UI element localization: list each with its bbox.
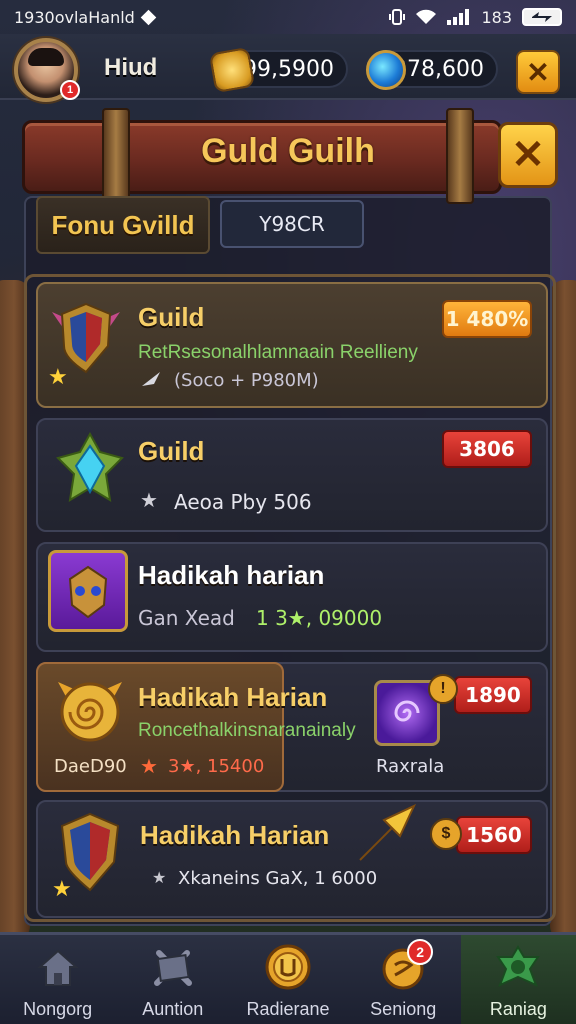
star-icon: ★ [140,756,158,778]
nav-label: Radierane [246,999,330,1019]
purple-helmet-emblem-icon [48,550,128,632]
guild-meta: (Soco + P980M) [174,370,319,391]
wifi-icon [415,9,437,25]
banner-close-button[interactable]: ✕ [498,122,558,188]
guild-name: Guild [138,436,205,466]
avatar-hair [28,48,64,66]
vibrate-icon [389,8,406,26]
status-clock: 1930ovlaHanld [14,7,135,27]
green-crest-icon [494,943,542,991]
avatar-notification-badge: 1 [60,80,80,100]
guild-rate-badge: 1890 [454,676,532,714]
notification-diamond-icon [140,9,157,25]
nav-notification-badge: 2 [407,939,434,965]
nav-item-guild[interactable]: Radierane [230,935,345,1024]
blue-crystal-emblem-icon [52,430,128,510]
guild-title-banner: Guld Guilh ✕ [0,108,576,204]
info-coin-icon[interactable]: ! [428,674,458,704]
guild-name: Guild [138,302,205,332]
guild-rate-badge: 1560 [456,816,532,854]
guild-name: Hadikah Harian [138,682,328,712]
coin-icon: $ [430,818,462,850]
nav-item-home[interactable]: Nongorg [0,935,115,1024]
nav-label: Auntion [142,999,204,1019]
tab-guild[interactable]: Fonu Gvilld [36,196,210,254]
nav-label: Nongorg [23,999,93,1019]
banner-title: Guld Guilh [201,132,375,170]
house-icon [34,943,82,991]
top-close-button[interactable]: ✕ [516,50,560,94]
guild-name: Hadikah harian [138,560,325,590]
nav-item-shop[interactable]: 2 Seniong [346,935,461,1024]
guild-meta: Xkaneins GaX, 1 6000 [178,868,378,889]
crossed-swords-icon [149,943,197,991]
close-icon: ✕ [526,56,550,88]
nav-item-auction[interactable]: Auntion [115,935,230,1024]
star-outline-icon: ★ [152,870,167,887]
bottom-navigation: Nongorg Auntion Radierane 2 Seniong Rani… [0,932,576,1024]
close-icon: ✕ [511,133,545,177]
golden-arrow-icon [354,800,420,871]
gold-pouch-icon: 2 [379,939,434,991]
guild-name: Hadikah Harian [140,820,330,850]
gold-coin-icon [208,46,256,94]
gem-icon [366,50,406,90]
status-bar: 1930ovlaHanld 183 [0,0,576,34]
guild-meta-value: 1 3★, 09000 [256,606,383,630]
gem-currency[interactable]: 378,600 [366,50,498,90]
battery-icon [522,8,562,26]
status-battery-text: 183 [481,7,512,27]
nav-label: Raniag [489,999,547,1019]
tab-search[interactable]: Y98CR [220,200,364,248]
banner-post-right [446,108,474,204]
guild-left-label: DaeD90 [54,756,127,777]
guild-description: RetRsesonalhlamnaain Reellieny [138,342,418,363]
gold-currency[interactable]: 99,5900 [208,46,348,94]
guild-meta-label: Gan Xead [138,606,235,630]
player-name: Hiud [104,54,158,81]
star-outline-icon: ★ [140,490,158,512]
guild-description: Roncethalkinsnaranainaly [138,720,356,741]
gold-amount: 99,5900 [243,56,334,82]
guild-meta: Aeoa Pby 506 [174,490,312,514]
guild-meta-value: 3★, 15400 [168,756,265,777]
guild-coin-icon [264,943,312,991]
resource-bar: 1 Hiud 99,5900 378,600 ✕ [0,34,576,102]
nav-label: Seniong [370,999,437,1019]
star-icon: ★ [52,876,72,901]
banner-post-left [102,108,130,204]
star-icon: ★ [48,364,68,389]
player-avatar[interactable]: 1 [14,38,80,102]
guild-rate-badge: 1 480% [442,300,532,338]
feather-icon [140,370,162,393]
gem-amount: 378,600 [393,56,484,82]
guild-rate-badge: 3806 [442,430,532,468]
guild-side-label: Raxrala [376,756,445,777]
signal-icon [447,9,471,25]
nav-item-ranking[interactable]: Raniag [460,935,576,1024]
golden-spiral-emblem-icon [52,670,128,750]
